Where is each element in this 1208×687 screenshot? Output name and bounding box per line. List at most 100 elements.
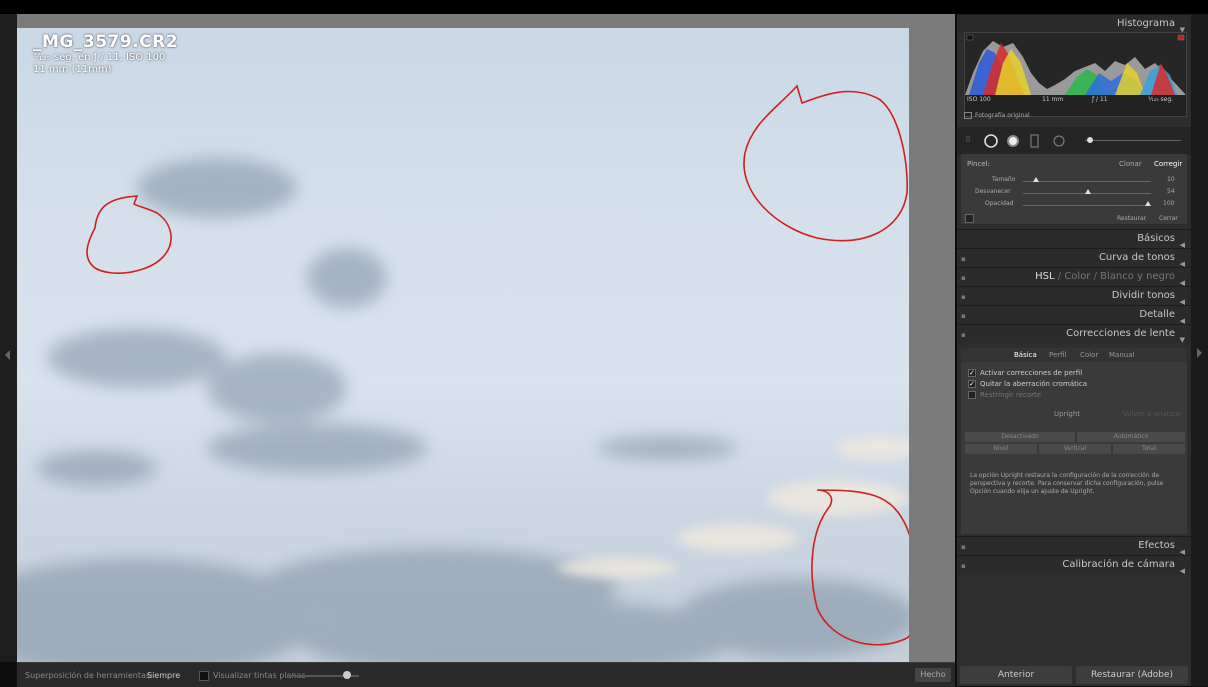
tool-icons bbox=[984, 134, 1065, 148]
reset-adobe-button[interactable]: Restaurar (Adobe) bbox=[1076, 666, 1188, 684]
section-lens-corrections[interactable]: ▪ Correcciones de lente ▼ bbox=[957, 324, 1191, 344]
section-effects-title: Efectos bbox=[1138, 540, 1175, 551]
size-value[interactable]: 10 bbox=[1167, 176, 1175, 183]
histogram-shutter: ¹⁄₁₂₅ seg. bbox=[1148, 96, 1174, 103]
photo-filename: _MG_3579.CR2 bbox=[33, 32, 179, 52]
overlay-label: Superposición de herramientas: bbox=[25, 671, 153, 680]
upright-vertical-button[interactable]: Vertical bbox=[1039, 444, 1111, 454]
spot-removal-icon bbox=[1007, 135, 1019, 147]
histogram-focal: 11 mm bbox=[1042, 96, 1064, 103]
opacity-value[interactable]: 100 bbox=[1163, 200, 1174, 207]
grid-overlay-icon[interactable]: ⠿ bbox=[965, 135, 971, 144]
visualize-slider-thumb[interactable] bbox=[343, 671, 351, 679]
section-tone-curve[interactable]: ▪ Curva de tonos ◀ bbox=[957, 248, 1191, 268]
upright-auto-button[interactable]: Automático bbox=[1077, 432, 1185, 442]
upright-label: Upright bbox=[1054, 410, 1081, 418]
tool-strip: ⠿ bbox=[957, 127, 1191, 155]
constrain-crop-checkbox[interactable]: Restringir recorte bbox=[968, 391, 1041, 399]
opacity-label: Opacidad bbox=[985, 200, 1014, 207]
checkmark-icon: ✓ bbox=[968, 369, 976, 377]
overlay-select[interactable]: Siempre bbox=[147, 671, 180, 680]
tab-bw[interactable]: Blanco y negro bbox=[1100, 271, 1175, 282]
section-calibration-title: Calibración de cámara bbox=[1062, 559, 1175, 570]
original-photo-checkbox[interactable] bbox=[964, 112, 972, 119]
done-button[interactable]: Hecho bbox=[915, 668, 951, 682]
upright-full-button[interactable]: Total bbox=[1113, 444, 1185, 454]
image-canvas[interactable]: _MG_3579.CR2 ¹⁄₁₂₅ seg. en ƒ / 11, ISO 1… bbox=[17, 14, 955, 662]
section-effects[interactable]: ▪ Efectos ◀ bbox=[957, 536, 1191, 556]
brush-label: Pincel: bbox=[967, 160, 990, 168]
section-detail-title: Detalle bbox=[1139, 309, 1175, 320]
feather-value[interactable]: 54 bbox=[1167, 188, 1175, 195]
visualize-checkbox[interactable] bbox=[199, 671, 209, 681]
clone-button[interactable]: Clonar bbox=[1119, 160, 1142, 168]
right-panel-toggle[interactable] bbox=[1191, 14, 1208, 686]
toggle-switch-icon[interactable]: ▪ bbox=[961, 307, 966, 325]
toggle-switch-icon[interactable]: ▪ bbox=[961, 288, 966, 306]
size-slider-thumb[interactable] bbox=[1033, 177, 1039, 182]
opacity-slider-thumb[interactable] bbox=[1145, 201, 1151, 206]
histogram-header[interactable]: Histograma ▼ bbox=[957, 14, 1191, 34]
histogram-graph bbox=[965, 33, 1186, 95]
toggle-switch-icon[interactable]: ▪ bbox=[961, 269, 966, 287]
section-detail[interactable]: ▪ Detalle ◀ bbox=[957, 305, 1191, 325]
spot-removal-panel: Pincel: Clonar Corregir Tamaño 10 Desvan… bbox=[961, 154, 1187, 224]
lens-tab-profile[interactable]: Perfil bbox=[1049, 351, 1067, 359]
histogram-aperture: ƒ / 11 bbox=[1092, 96, 1108, 103]
enable-profile-label: Activar correcciones de perfil bbox=[980, 369, 1083, 377]
tab-hsl[interactable]: HSL bbox=[1035, 271, 1054, 282]
panel-switch-icon[interactable] bbox=[965, 214, 974, 223]
lens-tab-manual[interactable]: Manual bbox=[1109, 351, 1134, 359]
remove-ca-checkbox[interactable]: ✓ Quitar la aberración cromática bbox=[968, 380, 1087, 388]
tab-color[interactable]: Color bbox=[1064, 271, 1090, 282]
histogram[interactable] bbox=[964, 32, 1187, 117]
crop-tool-icon bbox=[984, 134, 998, 148]
heal-button[interactable]: Corregir bbox=[1154, 160, 1182, 168]
upright-level-button[interactable]: Nivel bbox=[965, 444, 1037, 454]
section-camera-calibration[interactable]: ▪ Calibración de cámara ◀ bbox=[957, 555, 1191, 575]
feather-label: Desvanecer bbox=[975, 188, 1011, 195]
toolbar-bottom: Superposición de herramientas: Siempre V… bbox=[17, 662, 955, 687]
constrain-crop-label: Restringir recorte bbox=[980, 391, 1042, 399]
section-split-title: Dividir tonos bbox=[1111, 290, 1175, 301]
section-basic[interactable]: Básicos ◀ bbox=[957, 229, 1191, 249]
photo-focal-length: 11 mm (11mm) bbox=[33, 64, 112, 75]
toggle-switch-icon[interactable]: ▪ bbox=[961, 557, 966, 575]
feather-slider-thumb[interactable] bbox=[1085, 189, 1091, 194]
sky-clouds-image bbox=[17, 84, 909, 662]
graduated-filter-icon bbox=[1030, 134, 1039, 148]
top-bar bbox=[0, 0, 1208, 14]
radial-filter-icon bbox=[1053, 135, 1065, 147]
upright-off-button[interactable]: Desactivado bbox=[965, 432, 1075, 442]
develop-right-panel: Histograma ▼ ISO 100 11 mm ƒ / 11 ¹⁄₁₂₅ s… bbox=[957, 14, 1191, 686]
adjustment-brush-thumb[interactable] bbox=[1087, 137, 1093, 143]
lens-tab-basic[interactable]: Básica bbox=[1014, 351, 1037, 359]
reanalyze-button[interactable]: Volver a analizar bbox=[1123, 410, 1181, 418]
left-panel-toggle[interactable] bbox=[0, 14, 17, 662]
section-tone-curve-title: Curva de tonos bbox=[1098, 252, 1175, 263]
brush-close-button[interactable]: Cerrar bbox=[1159, 215, 1178, 222]
lens-corrections-panel: Básica Perfil Color Manual ✓ Activar corr… bbox=[961, 348, 1187, 534]
lens-tab-color[interactable]: Color bbox=[1080, 351, 1098, 359]
opacity-slider[interactable] bbox=[1023, 205, 1151, 206]
section-split-toning[interactable]: ▪ Dividir tonos ◀ bbox=[957, 286, 1191, 306]
enable-profile-checkbox[interactable]: ✓ Activar correcciones de perfil bbox=[968, 369, 1082, 377]
size-label: Tamaño bbox=[992, 176, 1016, 183]
photo-info-overlay: _MG_3579.CR2 ¹⁄₁₂₅ seg. en ƒ / 11, ISO 1… bbox=[33, 32, 178, 76]
triangle-left-icon: ◀ bbox=[1179, 567, 1185, 575]
previous-button[interactable]: Anterior bbox=[960, 666, 1072, 684]
brush-reset-button[interactable]: Restaurar bbox=[1117, 215, 1146, 222]
toggle-switch-icon[interactable]: ▪ bbox=[961, 326, 966, 344]
histogram-iso: ISO 100 bbox=[967, 96, 991, 103]
section-lens-title: Correcciones de lente bbox=[1066, 328, 1175, 339]
section-hsl[interactable]: ▪ HSL / Color / Blanco y negro ◀ bbox=[957, 267, 1191, 287]
triangle-down-icon: ▼ bbox=[1179, 336, 1185, 344]
lens-tabs: Básica Perfil Color Manual bbox=[961, 348, 1187, 362]
checkmark-icon: ✓ bbox=[968, 380, 976, 388]
toggle-switch-icon[interactable]: ▪ bbox=[961, 250, 966, 268]
photo-preview[interactable] bbox=[17, 28, 909, 662]
adjustment-brush-slider[interactable] bbox=[1085, 140, 1181, 141]
size-slider[interactable] bbox=[1023, 181, 1151, 182]
toggle-switch-icon[interactable]: ▪ bbox=[961, 538, 966, 556]
original-photo-toggle[interactable]: Fotografía original bbox=[964, 112, 1030, 119]
